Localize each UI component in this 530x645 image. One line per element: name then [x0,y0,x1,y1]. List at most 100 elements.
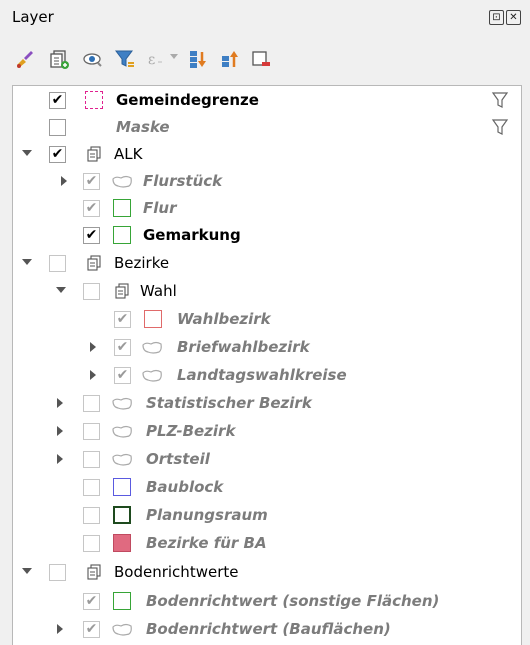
layer-item-gemeindegrenze[interactable]: ✔ Gemeindegrenze [13,88,519,114]
visibility-icon[interactable] [82,48,104,70]
layer-item-statistischer-bezirk[interactable]: Statistischer Bezirk [13,391,519,417]
svg-text:ε: ε [148,52,155,68]
polygon-symbol-icon [85,91,103,109]
layer-label: Bezirke für BA [146,534,267,552]
group-icon [87,146,101,162]
layer-item-gemarkung[interactable]: ✔ Gemarkung [13,223,519,249]
layer-checkbox[interactable] [83,507,100,524]
layer-checkbox[interactable]: ✔ [49,92,66,109]
multi-symbol-icon [142,369,162,382]
layer-tree: ✔ Gemeindegrenze Maske ✔ ALK ✔ Flurstück… [12,85,522,645]
layer-checkbox[interactable]: ✔ [83,227,100,244]
layer-checkbox[interactable]: ✔ [83,621,100,638]
filter-icon[interactable] [491,91,509,109]
layer-checkbox[interactable]: ✔ [114,339,131,356]
filter-icon[interactable] [491,118,509,136]
layer-label: Bodenrichtwert (Bauflächen) [146,620,391,638]
expression-filter-icon[interactable]: ε [145,48,167,70]
expand-arrow-icon[interactable] [57,624,63,634]
expand-arrow-icon[interactable] [57,454,63,464]
layer-label: Flur [143,199,177,217]
layer-item-bodenrichtwert-sonstige[interactable]: ✔ Bodenrichtwert (sonstige Flächen) [13,589,519,615]
layer-checkbox[interactable]: ✔ [114,367,131,384]
group-checkbox[interactable] [49,564,66,581]
layer-item-flurstueck[interactable]: ✔ Flurstück [13,169,519,195]
layer-item-bodenrichtwert-bau[interactable]: ✔ Bodenrichtwert (Bauflächen) [13,617,519,643]
layer-checkbox[interactable] [83,535,100,552]
layer-checkbox[interactable]: ✔ [114,311,131,328]
layer-item-maske[interactable]: Maske [13,115,519,141]
group-label: Bodenrichtwerte [114,563,239,581]
layer-label: Baublock [146,478,224,496]
group-label: ALK [114,145,143,163]
layer-item-briefwahlbezirk[interactable]: ✔ Briefwahlbezirk [13,335,519,361]
polygon-symbol-icon [113,506,131,524]
polygon-symbol-icon [113,199,131,217]
chevron-down-icon[interactable] [170,54,178,59]
group-icon [87,255,101,271]
multi-symbol-icon [142,341,162,354]
add-group-icon[interactable] [48,48,70,70]
group-checkbox[interactable] [49,255,66,272]
collapse-all-icon[interactable] [219,48,241,70]
expand-arrow-icon[interactable] [57,426,63,436]
expand-arrow-icon[interactable] [90,370,96,380]
polygon-symbol-icon [113,534,131,552]
expand-arrow-icon[interactable] [90,342,96,352]
panel-title: Layer [12,8,54,26]
polygon-symbol-icon [113,592,131,610]
group-icon [115,283,129,299]
layer-item-plz-bezirk[interactable]: PLZ-Bezirk [13,419,519,445]
filter-legend-icon[interactable] [114,48,136,70]
expand-arrow-icon[interactable] [57,398,63,408]
close-panel-button[interactable]: ✕ [506,10,521,25]
remove-layer-icon[interactable] [250,48,272,70]
expand-arrow-icon[interactable] [22,150,32,156]
layer-item-bezirke-fuer-ba[interactable]: Bezirke für BA [13,531,519,557]
layer-item-landtagswahlkreise[interactable]: ✔ Landtagswahlkreise [13,363,519,389]
group-icon [87,564,101,580]
layer-item-flur[interactable]: ✔ Flur [13,196,519,222]
layer-checkbox[interactable]: ✔ [83,593,100,610]
multi-symbol-icon [112,425,132,438]
group-item-wahl[interactable]: Wahl [13,279,519,305]
polygon-symbol-icon [144,310,162,328]
layer-checkbox[interactable] [83,423,100,440]
layer-label: Planungsraum [146,506,268,524]
group-label: Wahl [140,282,177,300]
group-checkbox[interactable] [83,283,100,300]
polygon-symbol-icon [113,478,131,496]
expand-arrow-icon[interactable] [56,287,66,293]
layer-checkbox[interactable] [49,119,66,136]
layer-item-baublock[interactable]: Baublock [13,475,519,501]
layer-label: Briefwahlbezirk [177,338,310,356]
group-item-bezirke[interactable]: Bezirke [13,251,519,277]
expand-arrow-icon[interactable] [22,568,32,574]
float-panel-button[interactable]: ⊡ [489,10,504,25]
layer-label: Gemarkung [143,226,241,244]
layer-label: Bodenrichtwert (sonstige Flächen) [146,592,440,610]
layer-item-wahlbezirk[interactable]: ✔ Wahlbezirk [13,307,519,333]
layer-item-ortsteil[interactable]: Ortsteil [13,447,519,473]
layer-checkbox[interactable] [83,479,100,496]
layer-item-planungsraum[interactable]: Planungsraum [13,503,519,529]
panel-header: Layer ⊡ ✕ [0,0,530,36]
layer-label: PLZ-Bezirk [146,422,236,440]
layer-checkbox[interactable]: ✔ [83,173,100,190]
multi-symbol-icon [112,453,132,466]
expand-arrow-icon[interactable] [61,176,67,186]
group-item-alk[interactable]: ✔ ALK [13,142,519,168]
layer-label: Flurstück [143,172,223,190]
group-label: Bezirke [114,254,170,272]
multi-symbol-icon [112,623,132,636]
style-manager-icon[interactable] [14,48,36,70]
expand-arrow-icon[interactable] [22,259,32,265]
group-item-bodenrichtwerte[interactable]: Bodenrichtwerte [13,560,519,586]
layer-toolbar: ε [0,36,530,80]
layer-checkbox[interactable] [83,451,100,468]
layer-checkbox[interactable] [83,395,100,412]
layer-checkbox[interactable]: ✔ [83,200,100,217]
multi-symbol-icon [112,175,132,188]
group-checkbox[interactable]: ✔ [49,146,66,163]
expand-all-icon[interactable] [187,48,209,70]
